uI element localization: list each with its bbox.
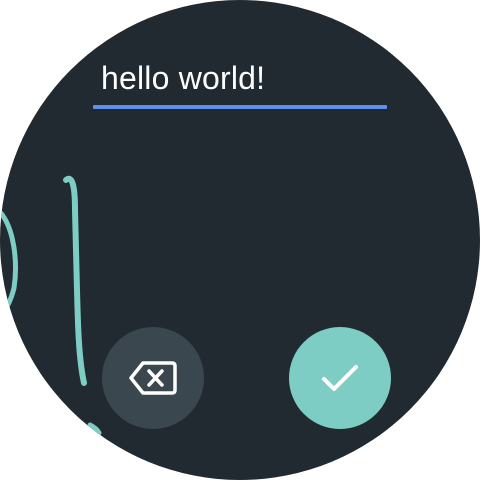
- backspace-icon: [127, 358, 179, 398]
- text-input-underline: [93, 105, 387, 109]
- ink-stroke: [87, 422, 102, 436]
- ink-stroke: [63, 175, 87, 386]
- check-icon: [320, 362, 360, 394]
- delete-button[interactable]: [102, 327, 204, 429]
- ink-stroke: [0, 209, 18, 319]
- watch-screen: hello world!: [0, 0, 480, 480]
- text-input-value[interactable]: hello world!: [101, 58, 265, 98]
- confirm-button[interactable]: [289, 327, 391, 429]
